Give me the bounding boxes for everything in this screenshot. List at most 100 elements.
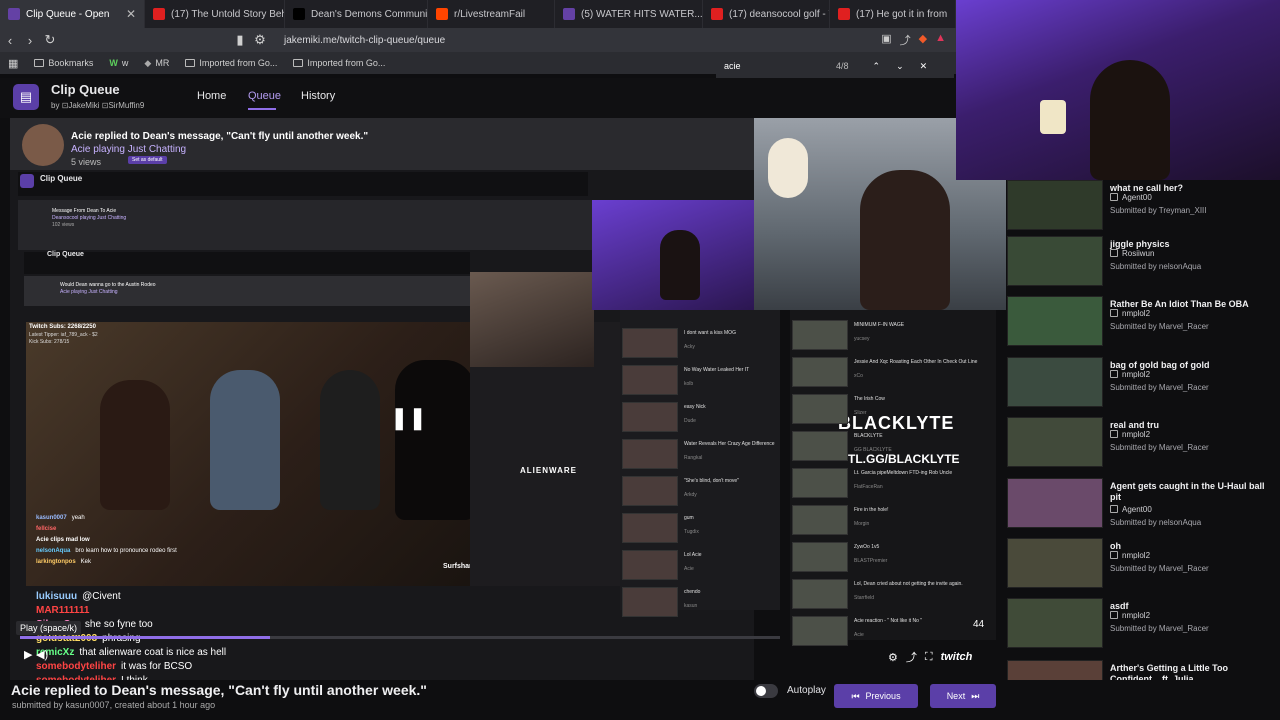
site-info-icon[interactable]: ⚙ [250,32,270,48]
queue-item[interactable]: real and tru nmplol2 Submitted by Marvel_R… [1006,417,1280,473]
back-icon[interactable]: ‹ [0,33,20,48]
apps-grid-icon[interactable]: ▦ [8,57,18,70]
nested-clip-views: 102 views [52,222,75,228]
nested-clip-thumbnail [792,579,848,609]
nested-clip-channel: Tugdix [684,529,699,535]
channel-icon [1110,249,1118,257]
chat-username: fellcise [36,526,57,532]
channel-icon [1110,551,1118,559]
nested-clip-title: "She's blind, don't move" [684,478,739,484]
find-close-icon[interactable]: ✕ [920,61,928,72]
nested-header [18,172,588,196]
bookmark-item[interactable]: ◆ MR [144,58,169,69]
pause-icon[interactable]: ❚❚ [390,405,427,431]
queue-item-channel: nmplol2 [1110,551,1150,560]
bookmark-icon[interactable]: ▮ [230,32,250,48]
queue-item[interactable]: jiggle physics Rosiiwun Submitted by nelso… [1006,236,1280,292]
kick-subs-line: Kick Subs: 278/15 [29,339,70,345]
nav-home[interactable]: Home [197,90,226,102]
chat-message: remicXz that alienware coat is nice as he… [36,647,226,658]
settings-icon[interactable]: ⚙ [888,651,898,664]
set-default-badge[interactable]: Set as default [128,156,167,164]
queue-item-channel: nmplol2 [1110,309,1150,318]
queue-item-submitter: Submitted by nelsonAqua [1110,518,1202,527]
nested-clip-thumbnail [622,513,678,543]
twitch-tab-icon [8,8,20,20]
browser-tab[interactable]: (17) The Untold Story Behind F [145,0,285,28]
bookmark-item[interactable]: Ww [109,58,128,68]
rewards-icon[interactable]: ▲ [935,32,946,48]
reddit-tab-icon [436,8,448,20]
queue-item[interactable]: bag of gold bag of gold nmplol2 Submitted … [1006,357,1280,413]
nested-clip-channel: Rangkal [684,455,703,461]
queue-item[interactable]: what ne call her? Agent00 Submitted by Tre… [1006,180,1280,236]
bookmark-folder[interactable]: Imported from Go... [293,58,385,68]
chat-message: larkingtonpos Kek [36,559,91,565]
x-tab-icon [293,8,305,20]
share-icon[interactable]: ⤴ [900,32,911,48]
lamp-icon [1040,100,1066,134]
url-field[interactable]: jakemiki.me/twitch-clip-queue/queue [284,35,445,46]
nested-logo-icon [20,174,34,188]
browser-tab[interactable]: Clip Queue - Open ✕ [0,0,145,28]
next-button[interactable]: Next ⏭ [930,684,996,708]
screenshot-icon[interactable]: ▣ [881,32,891,48]
twitch-logo[interactable]: twitch [941,651,973,663]
tab-label: (17) deansocool golf - YouTube [729,8,829,20]
bookmark-folder[interactable]: Imported from Go... [185,58,277,68]
nav-history[interactable]: History [301,90,335,102]
player-controls: ⚙ ⤴ ⛶ twitch [884,647,994,667]
author-link[interactable]: SirMuffin9 [108,101,144,110]
find-prev-icon[interactable]: ⌃ [873,61,881,72]
find-input[interactable]: acie [724,61,834,71]
find-next-icon[interactable]: ⌄ [896,61,904,72]
alienware-brand: ALIENWARE [520,466,577,475]
nested-clip-title: Lt. Garcia pipeMeltdown FTD-ing Rob Uncl… [854,470,953,476]
queue-thumbnail [1007,180,1103,230]
person-figure [100,380,170,510]
queue-item[interactable]: Agent gets caught in the U-Haul ball pit… [1006,478,1280,534]
nested-clip-thumbnail [622,550,678,580]
brave-shield-icon[interactable]: ◆ [919,32,927,48]
nav-queue[interactable]: Queue [248,90,281,102]
avatar [22,124,64,166]
chat-message: somebodyteliher it was for BCSO [36,661,192,672]
queue-item[interactable]: oh nmplol2 Submitted by Marvel_Racer [1006,538,1280,594]
app-title: Clip Queue [51,82,120,97]
share-icon[interactable]: ⤴ [906,649,917,665]
youtube-tab-icon [711,8,723,20]
reload-icon[interactable]: ↻ [40,32,60,48]
nested-clip-channel-2: Acie playing Just Chatting [60,289,118,295]
close-tab-icon[interactable]: ✕ [126,7,136,21]
forward-icon[interactable]: › [20,33,40,48]
nav-active-underline [248,108,276,110]
browser-tab[interactable]: (17) deansocool golf - YouTube [703,0,830,28]
nested-clip-title: Water Reveals Her Crazy Age Difference [684,441,775,447]
fullscreen-icon[interactable]: ⛶ [925,651,933,664]
channel-icon [1110,505,1118,513]
chat-text: she so fyne too [84,619,153,630]
nested-clip-title-2: Would Dean wanna go to the Austin Rodeo [60,282,156,288]
find-bar: acie 4/8 ⌃ ⌄ ✕ [716,54,954,78]
browser-tab[interactable]: (5) WATER HITS WATER...TWITCH [555,0,703,28]
cam-thumbnail [470,272,594,367]
browser-tab[interactable]: (17) He got it in from [830,0,956,28]
nested-clip-channel: kasun [684,603,698,609]
queue-item-title: Agent gets caught in the U-Haul ball pit [1110,481,1265,502]
nested-clip-channel: kolb [684,381,694,387]
queue-item[interactable]: asdf nmplol2 Submitted by Marvel_Racer [1006,598,1280,654]
browser-tab[interactable]: Dean's Demons Community / X [285,0,428,28]
author-link[interactable]: JakeMiki [68,101,99,110]
browser-tab[interactable]: r/LivestreamFail [428,0,555,28]
clip-channel-line[interactable]: Acie playing Just Chatting [71,144,186,155]
chat-message: kasun0007 yeah [36,515,85,521]
queue-item[interactable]: Rather Be An Idiot Than Be OBA nmplol2 Sub… [1006,296,1280,352]
nested-clip-thumbnail [792,357,848,387]
next-icon: ⏭ [971,690,980,701]
previous-button[interactable]: ⏮ Previous [834,684,918,708]
queue-thumbnail [1007,598,1103,648]
play-icon[interactable]: ▶ [24,648,32,661]
volume-icon[interactable]: ◀) [36,648,48,661]
bookmark-item[interactable]: Bookmarks [34,58,93,68]
autoplay-label: Autoplay [787,685,826,696]
